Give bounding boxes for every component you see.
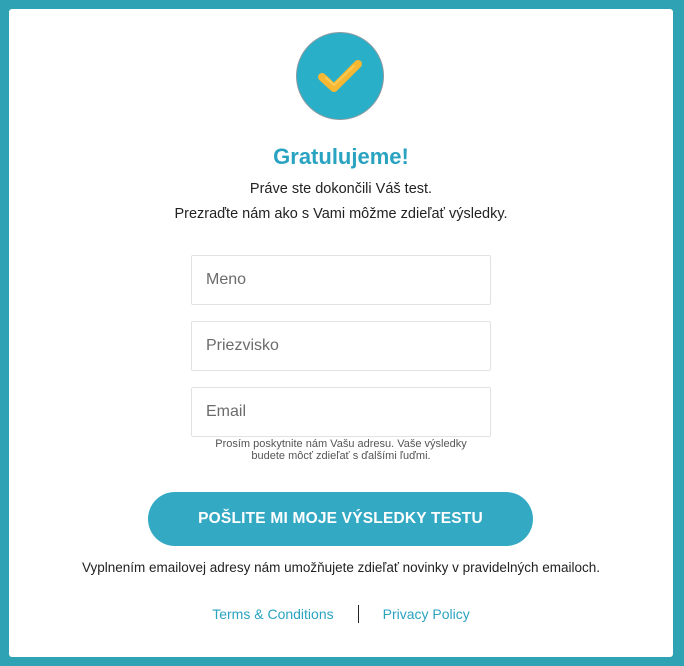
footer-links: Terms & Conditions Privacy Policy — [9, 605, 673, 623]
footer-separator — [357, 605, 359, 623]
email-hint-line-2: budete môcť zdieľať s ďalšími ľuďmi. — [251, 450, 431, 462]
email-hint-line-1: Prosím poskytnite nám Vašu adresu. Vaše … — [215, 438, 467, 450]
privacy-link[interactable]: Privacy Policy — [383, 606, 470, 622]
submit-results-button[interactable]: POŠLITE MI MOJE VÝSLEDKY TESTU — [148, 492, 533, 546]
email-hint: Prosím poskytnite nám Vašu adresu. Vaše … — [191, 438, 491, 462]
email-input[interactable] — [191, 387, 491, 437]
success-badge — [296, 32, 384, 120]
last-name-input[interactable] — [191, 321, 491, 371]
subtitle-line-2: Prezraďte nám ako s Vami môžme zdieľať v… — [174, 206, 508, 222]
checkmark-icon — [318, 60, 362, 92]
newsletter-notice: Vyplnením emailovej adresy nám umožňujet… — [81, 560, 600, 575]
first-name-input[interactable] — [191, 255, 491, 305]
page-title: Gratulujeme! — [273, 144, 409, 169]
result-card: Gratulujeme! Práve ste dokončili Váš tes… — [9, 9, 673, 657]
terms-link[interactable]: Terms & Conditions — [212, 606, 333, 622]
subtitle-line-1: Práve ste dokončili Váš test. — [249, 181, 433, 197]
